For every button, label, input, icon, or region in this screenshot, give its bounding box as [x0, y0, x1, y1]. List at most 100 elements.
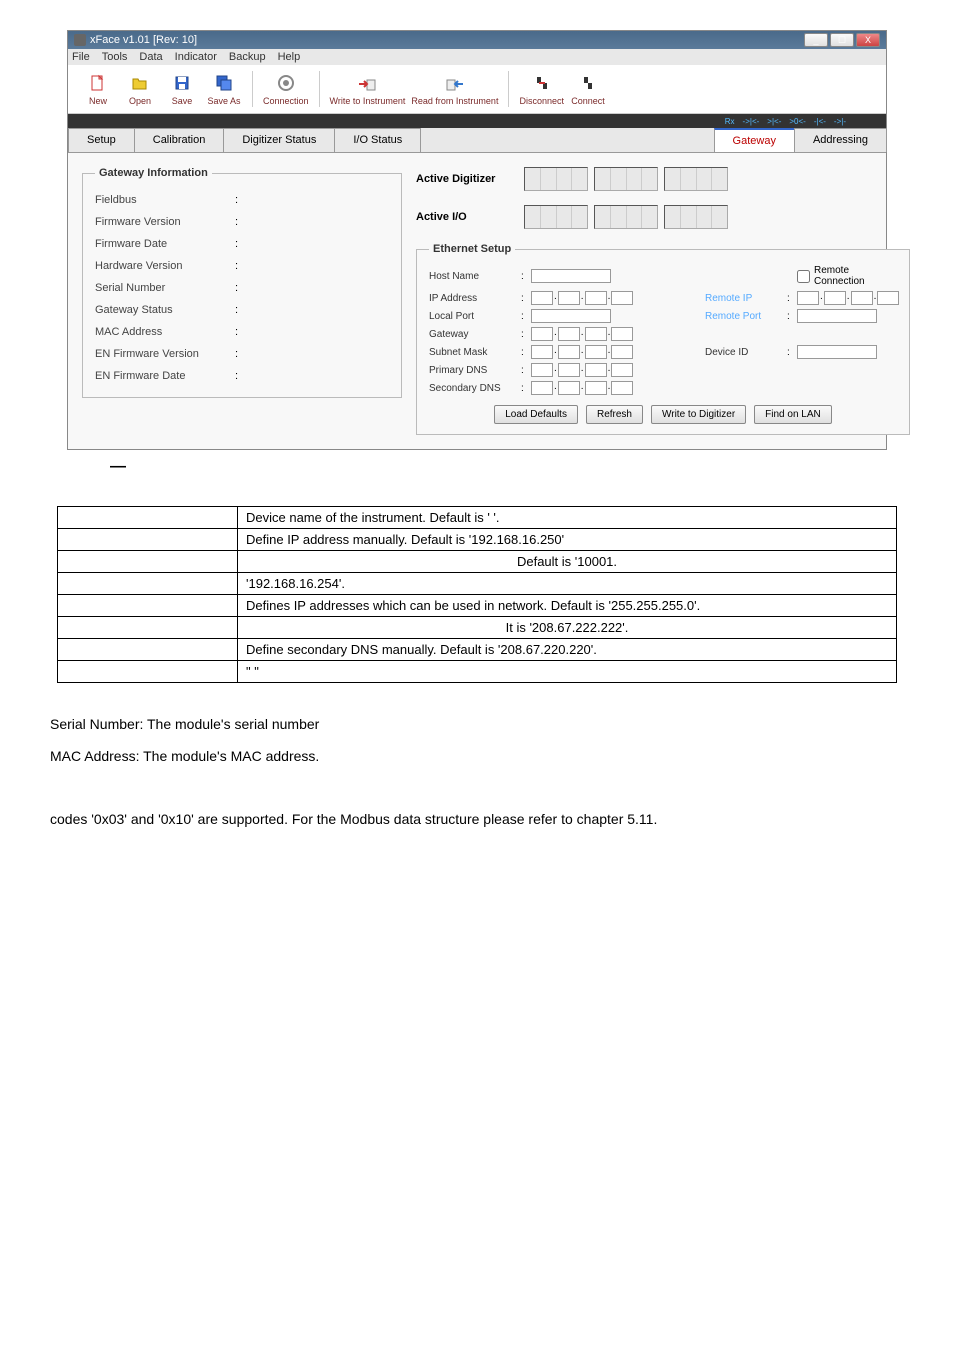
menu-tools[interactable]: Tools	[102, 51, 128, 63]
save-as-button[interactable]: Save As	[206, 72, 242, 106]
remote-connection-checkbox[interactable]	[797, 270, 810, 283]
local-port-input[interactable]	[531, 309, 611, 323]
table-cell: Device name of the instrument. Default i…	[238, 507, 897, 529]
load-defaults-button[interactable]: Load Defaults	[494, 405, 578, 424]
table-cell	[58, 617, 238, 639]
table-cell	[58, 639, 238, 661]
led-5: ->|-	[834, 117, 846, 126]
menubar: File Tools Data Indicator Backup Help	[68, 49, 886, 65]
ethernet-legend: Ethernet Setup	[429, 243, 515, 255]
subnet-mask-input[interactable]: ...	[531, 345, 671, 359]
open-button[interactable]: Open	[122, 72, 158, 106]
table-cell: Define IP address manually. Default is '…	[238, 529, 897, 551]
read-from-instrument-button[interactable]: Read from Instrument	[411, 72, 498, 106]
dash-separator: —	[110, 458, 844, 476]
minimize-button[interactable]: _	[804, 33, 828, 47]
menu-help[interactable]: Help	[278, 51, 301, 63]
ethernet-setup-panel: Ethernet Setup Host Name: Remote Connect…	[416, 243, 910, 435]
tab-addressing[interactable]: Addressing	[794, 128, 887, 152]
upload-icon	[356, 72, 378, 94]
ip-address-label: IP Address	[429, 293, 519, 304]
download-icon	[444, 72, 466, 94]
remote-ip-label: Remote IP	[705, 293, 785, 304]
table-cell	[58, 529, 238, 551]
table-cell	[58, 595, 238, 617]
tab-gateway[interactable]: Gateway	[714, 128, 795, 152]
toolbar: New Open Save	[68, 65, 886, 114]
table-cell	[58, 507, 238, 529]
led-3: >0<-	[789, 117, 805, 126]
ip-address-input[interactable]: ...	[531, 291, 671, 305]
remote-connection-label: Remote Connection	[814, 265, 897, 287]
save-button[interactable]: Save	[164, 72, 200, 106]
maximize-button[interactable]: ☐	[830, 33, 854, 47]
device-id-label: Device ID	[705, 347, 785, 358]
table-cell: '192.168.16.254'.	[238, 573, 897, 595]
disconnect-button[interactable]: Disconnect	[519, 72, 564, 106]
application-window: xFace v1.01 [Rev: 10] _ ☐ X File Tools D…	[67, 30, 887, 450]
primary-dns-input[interactable]: ...	[531, 363, 671, 377]
documentation-table: Device name of the instrument. Default i…	[57, 506, 897, 683]
remote-port-label: Remote Port	[705, 311, 785, 322]
connect-icon	[577, 72, 599, 94]
remote-port-input[interactable]	[797, 309, 877, 323]
led-4: -|<-	[814, 117, 826, 126]
table-cell: " "	[238, 661, 897, 683]
table-cell: Define secondary DNS manually. Default i…	[238, 639, 897, 661]
table-cell: It is '208.67.222.222'.	[238, 617, 897, 639]
gateway-label: Gateway	[429, 329, 519, 340]
remote-ip-input[interactable]: ...	[797, 291, 897, 305]
host-name-label: Host Name	[429, 271, 519, 282]
host-name-input[interactable]	[531, 269, 611, 283]
connection-button[interactable]: Connection	[263, 72, 309, 106]
table-cell: Defines IP addresses which can be used i…	[238, 595, 897, 617]
table-cell: Default is '10001.	[238, 551, 897, 573]
close-button[interactable]: X	[856, 33, 880, 47]
body-text-codes: codes '0x03' and '0x10' are supported. F…	[50, 808, 904, 830]
menu-indicator[interactable]: Indicator	[175, 51, 217, 63]
save-as-icon	[213, 72, 235, 94]
gateway-input[interactable]: ...	[531, 327, 671, 341]
new-button[interactable]: New	[80, 72, 116, 106]
body-text-mac: MAC Address: The module's MAC address.	[50, 745, 904, 767]
write-to-instrument-button[interactable]: Write to Instrument	[330, 72, 406, 106]
find-on-lan-button[interactable]: Find on LAN	[754, 405, 832, 424]
window-title: xFace v1.01 [Rev: 10]	[90, 34, 197, 46]
table-cell	[58, 661, 238, 683]
en-firmware-date-label: EN Firmware Date	[95, 370, 235, 382]
tab-calibration[interactable]: Calibration	[134, 128, 225, 152]
write-to-digitizer-button[interactable]: Write to Digitizer	[651, 405, 746, 424]
device-id-input[interactable]	[797, 345, 877, 359]
tab-io-status[interactable]: I/O Status	[334, 128, 421, 152]
body-text-serial: Serial Number: The module's serial numbe…	[50, 713, 904, 735]
content-area: Gateway Information Fieldbus: Firmware V…	[68, 153, 886, 449]
refresh-button[interactable]: Refresh	[586, 405, 643, 424]
disconnect-icon	[531, 72, 553, 94]
gateway-info-legend: Gateway Information	[95, 167, 212, 179]
gateway-status-label: Gateway Status	[95, 304, 235, 316]
firmware-version-label: Firmware Version	[95, 216, 235, 228]
connect-button[interactable]: Connect	[570, 72, 606, 106]
active-digitizer-display	[524, 167, 728, 191]
menu-file[interactable]: File	[72, 51, 90, 63]
save-icon	[171, 72, 193, 94]
subnet-mask-label: Subnet Mask	[429, 347, 519, 358]
primary-dns-label: Primary DNS	[429, 365, 519, 376]
menu-backup[interactable]: Backup	[229, 51, 266, 63]
gateway-information-panel: Gateway Information Fieldbus: Firmware V…	[82, 167, 402, 398]
led-2: >|<-	[767, 117, 781, 126]
menu-data[interactable]: Data	[139, 51, 162, 63]
hardware-version-label: Hardware Version	[95, 260, 235, 272]
title-bar: xFace v1.01 [Rev: 10] _ ☐ X	[68, 31, 886, 49]
active-io-label: Active I/O	[416, 211, 516, 223]
tab-bar: Setup Calibration Digitizer Status I/O S…	[68, 128, 886, 153]
tab-digitizer-status[interactable]: Digitizer Status	[223, 128, 335, 152]
tab-setup[interactable]: Setup	[68, 128, 135, 152]
serial-number-label: Serial Number	[95, 282, 235, 294]
new-file-icon	[87, 72, 109, 94]
secondary-dns-input[interactable]: ...	[531, 381, 671, 395]
open-folder-icon	[129, 72, 151, 94]
led-indicator-row: Rx ->|<- >|<- >0<- -|<- ->|-	[68, 114, 886, 128]
local-port-label: Local Port	[429, 311, 519, 322]
connection-icon	[275, 72, 297, 94]
